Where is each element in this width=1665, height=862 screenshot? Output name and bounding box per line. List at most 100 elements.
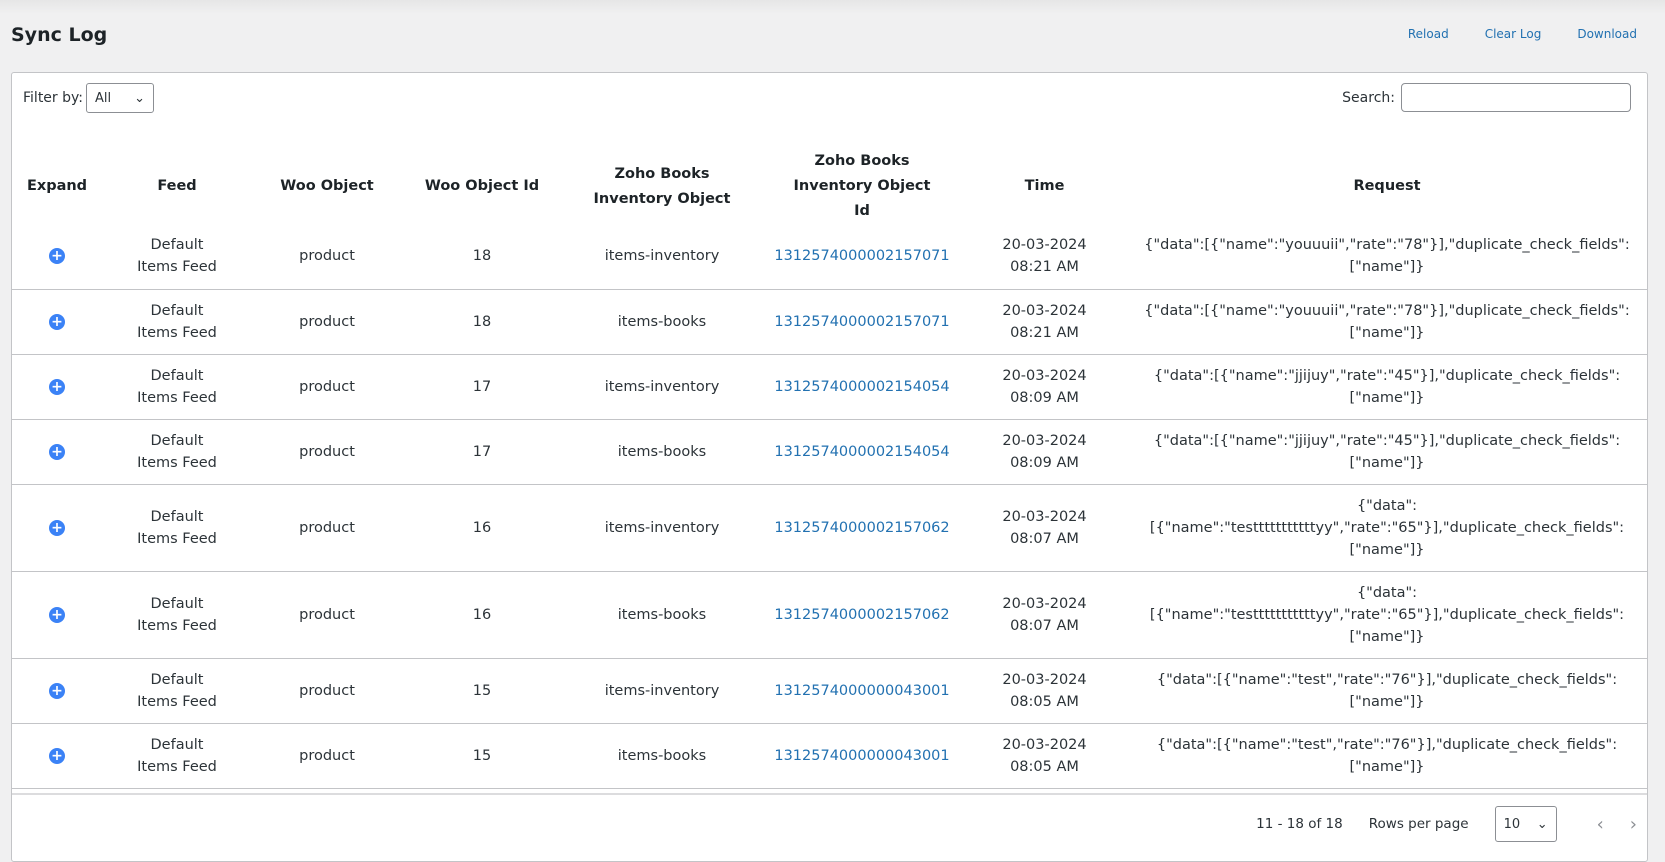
woo-object-cell: product — [252, 658, 402, 724]
woo-object-cell: product — [252, 419, 402, 485]
feed-cell: Default Items Feed — [102, 354, 252, 420]
time-cell: 20-03-2024 08:21 AM — [962, 289, 1127, 355]
expand-plus-icon[interactable]: + — [49, 606, 65, 623]
zoho-object-id-link[interactable]: 1312574000002157062 — [774, 607, 949, 623]
rows-per-page-select[interactable]: 10 ⌄ — [1494, 806, 1557, 842]
col-woo-object-id: Woo Object Id — [424, 178, 540, 194]
chevron-down-icon: ⌄ — [134, 90, 145, 106]
woo-object-cell: product — [252, 571, 402, 659]
search-input[interactable] — [1401, 83, 1631, 112]
request-cell: {"data":[{"name":"youuuii","rate":"78"}]… — [1127, 224, 1647, 290]
zoho-object-id-link[interactable]: 1312574000002157062 — [774, 520, 949, 536]
table-row: + Default Items Feed product 15 items-bo… — [12, 723, 1647, 789]
expand-plus-icon[interactable]: + — [49, 248, 65, 265]
expand-plus-icon[interactable]: + — [49, 747, 65, 764]
table-header: Expand Feed Woo Object Woo Object Id Zoh… — [12, 149, 1647, 224]
clear-log-link[interactable]: Clear Log — [1485, 27, 1542, 41]
rows-per-page-value: 10 — [1503, 816, 1521, 832]
feed-cell: Default Items Feed — [102, 658, 252, 724]
expand-plus-icon[interactable]: + — [49, 313, 65, 330]
woo-object-id-cell: 18 — [402, 224, 562, 290]
feed-cell: Default Items Feed — [102, 224, 252, 290]
expand-cell: + — [12, 354, 102, 420]
sync-log-table: Expand Feed Woo Object Woo Object Id Zoh… — [12, 149, 1647, 789]
zoho-object-cell: items-inventory — [562, 224, 762, 290]
zoho-object-cell: items-books — [562, 419, 762, 485]
expand-cell: + — [12, 723, 102, 789]
request-cell: {"data":[{"name":"jjijuy","rate":"45"}],… — [1127, 419, 1647, 485]
request-cell: {"data":[{"name":"testttttttttttyy","rat… — [1127, 484, 1647, 572]
zoho-object-id-link[interactable]: 1312574000002157071 — [774, 248, 949, 264]
zoho-object-id-link[interactable]: 1312574000000043001 — [774, 748, 949, 764]
feed-cell: Default Items Feed — [102, 723, 252, 789]
zoho-object-cell: items-inventory — [562, 354, 762, 420]
filter-value: All — [95, 90, 112, 106]
zoho-object-id-link[interactable]: 1312574000002154054 — [774, 444, 949, 460]
zoho-object-id-link[interactable]: 1312574000000043001 — [774, 683, 949, 699]
feed-cell: Default Items Feed — [102, 571, 252, 659]
zoho-object-id-link[interactable]: 1312574000002154054 — [774, 379, 949, 395]
request-cell: {"data":[{"name":"youuuii","rate":"78"}]… — [1127, 289, 1647, 355]
woo-object-cell: product — [252, 354, 402, 420]
download-link[interactable]: Download — [1577, 27, 1637, 41]
filter-select[interactable]: All ⌄ — [86, 83, 154, 113]
expand-plus-icon[interactable]: + — [49, 378, 65, 395]
col-zoho-object-id: Zoho Books Inventory Object Id — [793, 153, 931, 219]
woo-object-id-cell: 17 — [402, 354, 562, 420]
zoho-object-id-cell: 1312574000002154054 — [762, 354, 962, 420]
filter-group: Filter by: All ⌄ — [23, 83, 154, 113]
woo-object-cell: product — [252, 723, 402, 789]
expand-cell: + — [12, 571, 102, 659]
zoho-object-id-cell: 1312574000002157071 — [762, 224, 962, 290]
chevron-down-icon: ⌄ — [1536, 816, 1548, 832]
page-title: Sync Log — [11, 24, 108, 46]
request-cell: {"data":[{"name":"jjijuy","rate":"45"}],… — [1127, 354, 1647, 420]
woo-object-id-cell: 18 — [402, 289, 562, 355]
table-row: + Default Items Feed product 18 items-in… — [12, 224, 1647, 290]
time-cell: 20-03-2024 08:07 AM — [962, 571, 1127, 659]
woo-object-id-cell: 15 — [402, 658, 562, 724]
table-row: + Default Items Feed product 15 items-in… — [12, 658, 1647, 724]
expand-plus-icon[interactable]: + — [49, 519, 65, 536]
zoho-object-id-cell: 1312574000002154054 — [762, 419, 962, 485]
table-row: + Default Items Feed product 17 items-bo… — [12, 419, 1647, 485]
table-row: + Default Items Feed product 16 items-in… — [12, 484, 1647, 572]
zoho-object-id-cell: 1312574000002157062 — [762, 484, 962, 572]
expand-plus-icon[interactable]: + — [49, 682, 65, 699]
zoho-object-cell: items-inventory — [562, 658, 762, 724]
zoho-object-id-cell: 1312574000002157071 — [762, 289, 962, 355]
prev-page-icon[interactable]: ‹ — [1597, 814, 1604, 835]
woo-object-id-cell: 16 — [402, 571, 562, 659]
top-bar — [0, 0, 1665, 14]
zoho-object-cell: items-books — [562, 723, 762, 789]
col-expand: Expand — [26, 178, 88, 194]
rows-per-page-label: Rows per page — [1368, 816, 1469, 832]
woo-object-id-cell: 17 — [402, 419, 562, 485]
feed-cell: Default Items Feed — [102, 484, 252, 572]
page-range: 11 - 18 of 18 — [1256, 816, 1343, 832]
expand-cell: + — [12, 419, 102, 485]
search-label: Search: — [1342, 89, 1395, 106]
zoho-object-id-cell: 1312574000000043001 — [762, 723, 962, 789]
expand-plus-icon[interactable]: + — [49, 443, 65, 460]
woo-object-id-cell: 16 — [402, 484, 562, 572]
next-page-icon[interactable]: › — [1630, 814, 1637, 835]
filter-label: Filter by: — [23, 90, 83, 106]
table-row: + Default Items Feed product 17 items-in… — [12, 354, 1647, 420]
time-cell: 20-03-2024 08:09 AM — [962, 354, 1127, 420]
zoho-object-id-link[interactable]: 1312574000002157071 — [774, 314, 949, 330]
time-cell: 20-03-2024 08:05 AM — [962, 723, 1127, 789]
request-cell: {"data":[{"name":"test","rate":"76"}],"d… — [1127, 723, 1647, 789]
zoho-object-cell: items-books — [562, 571, 762, 659]
expand-cell: + — [12, 224, 102, 290]
zoho-object-id-cell: 1312574000002157062 — [762, 571, 962, 659]
woo-object-cell: product — [252, 289, 402, 355]
zoho-object-cell: items-inventory — [562, 484, 762, 572]
pagination: 11 - 18 of 18 Rows per page 10 ⌄ ‹ › — [12, 793, 1647, 853]
request-cell: {"data":[{"name":"test","rate":"76"}],"d… — [1127, 658, 1647, 724]
reload-link[interactable]: Reload — [1408, 27, 1449, 41]
feed-cell: Default Items Feed — [102, 419, 252, 485]
time-cell: 20-03-2024 08:07 AM — [962, 484, 1127, 572]
col-feed: Feed — [157, 178, 197, 194]
woo-object-id-cell: 15 — [402, 723, 562, 789]
